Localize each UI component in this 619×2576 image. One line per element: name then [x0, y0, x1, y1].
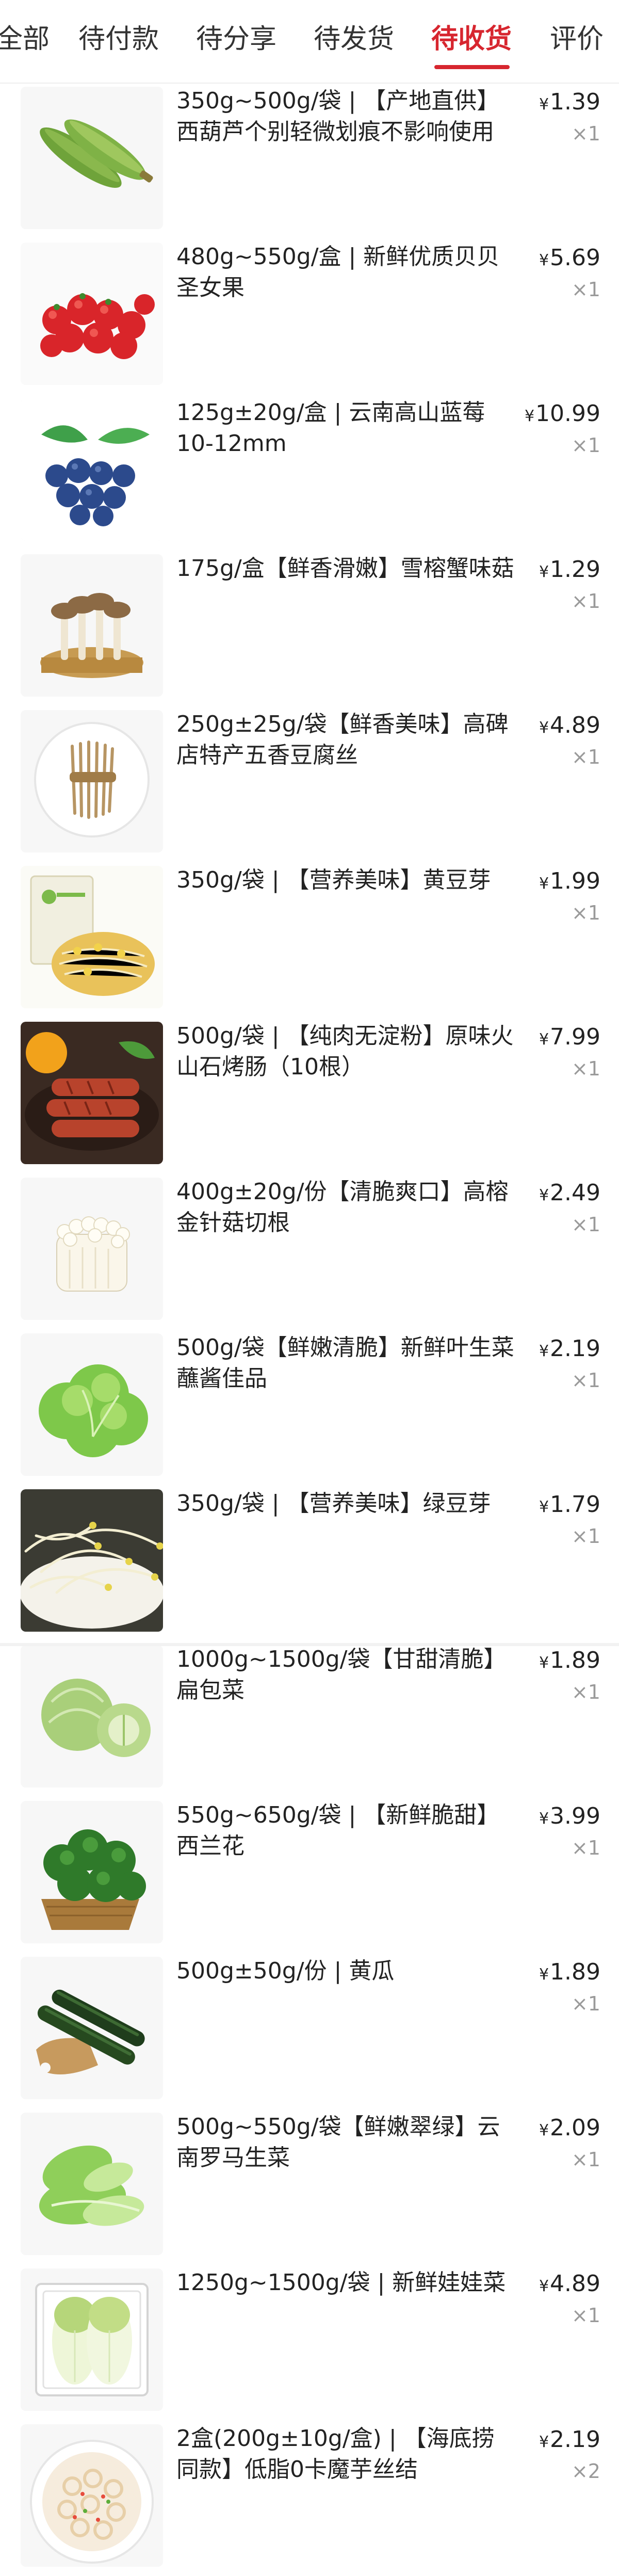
product-price: ¥2.49 — [539, 1180, 600, 1206]
lettuce-image — [21, 1333, 163, 1476]
list-item[interactable]: 250g±25g/袋【鲜香美味】高碑店特产五香豆腐丝 ¥4.89 ×1 — [0, 706, 619, 862]
soybean-sprouts-image — [21, 866, 163, 1008]
product-title: 350g~500g/袋 | 【产地直供】西葫芦个别轻微划痕不影响使用 — [176, 88, 500, 145]
product-price: ¥4.89 — [539, 2271, 600, 2297]
product-title: 125g±20g/盒 | 云南高山蓝莓10-12mm — [176, 399, 485, 457]
product-quantity: ×1 — [571, 746, 600, 768]
list-item[interactable]: 2盒(200g±10g/盒) | 【海底捞同款】低脂0卡魔芋丝结 ¥2.19 ×… — [0, 2420, 619, 2576]
product-title: 1250g~1500g/袋 | 新鲜娃娃菜 — [176, 2269, 506, 2296]
list-item[interactable]: 125g±20g/盒 | 云南高山蓝莓10-12mm ¥10.99 ×1 — [0, 394, 619, 550]
list-item[interactable]: 500g±50g/份 | 黄瓜 ¥1.89 ×1 — [0, 1953, 619, 2108]
product-title: 500g/袋 | 【纯肉无淀粉】原味火山石烤肠（10根） — [176, 1023, 514, 1080]
product-quantity: ×1 — [571, 590, 600, 613]
product-price: ¥1.89 — [539, 1959, 600, 1985]
product-price: ¥1.89 — [539, 1647, 600, 1673]
list-item[interactable]: 1000g~1500g/袋【甘甜清脆】扁包菜 ¥1.89 ×1 — [0, 1641, 619, 1797]
tab-all[interactable]: 全部 — [0, 21, 50, 58]
broccoli-image — [21, 1801, 163, 1943]
product-price: ¥5.69 — [539, 245, 600, 271]
list-item[interactable]: 500g/袋【鲜嫩清脆】新鲜叶生菜蘸酱佳品 ¥2.19 ×1 — [0, 1329, 619, 1485]
cherry-tomatoes-image — [21, 243, 163, 385]
product-title: 400g±20g/份【清脆爽口】高榕金针菇切根 — [176, 1179, 509, 1236]
list-item[interactable]: 350g/袋 | 【营养美味】黄豆芽 ¥1.99 ×1 — [0, 862, 619, 1018]
product-quantity: ×1 — [571, 1525, 600, 1548]
product-quantity: ×1 — [571, 901, 600, 924]
product-title: 350g/袋 | 【营养美味】黄豆芽 — [176, 867, 491, 893]
product-title: 350g/袋 | 【营养美味】绿豆芽 — [176, 1490, 491, 1517]
mushrooms-image — [21, 554, 163, 697]
product-price: ¥2.19 — [539, 1335, 600, 1362]
sausages-image — [21, 1022, 163, 1164]
enoki-mushroom-image — [21, 1178, 163, 1320]
baby-cabbage-image — [21, 2268, 163, 2411]
product-quantity: ×1 — [571, 1057, 600, 1080]
product-title: 1000g~1500g/袋【甘甜清脆】扁包菜 — [176, 1646, 507, 1703]
product-price: ¥2.19 — [539, 2426, 600, 2453]
product-price: ¥1.39 — [539, 89, 600, 115]
list-item[interactable]: 400g±20g/份【清脆爽口】高榕金针菇切根 ¥2.49 ×1 — [0, 1173, 619, 1329]
tab-review[interactable]: 评价 — [550, 21, 604, 58]
product-quantity: ×1 — [571, 1992, 600, 2015]
product-quantity: ×1 — [571, 1369, 600, 1392]
product-price: ¥1.29 — [539, 556, 600, 583]
product-quantity: ×1 — [571, 2148, 600, 2171]
romaine-lettuce-image — [21, 2113, 163, 2255]
product-quantity: ×1 — [571, 1681, 600, 1703]
product-price: ¥4.89 — [539, 712, 600, 738]
product-quantity: ×1 — [571, 2304, 600, 2327]
product-price: ¥2.09 — [539, 2115, 600, 2141]
active-tab-indicator — [434, 65, 510, 69]
mung-bean-sprouts-image — [21, 1489, 163, 1632]
product-price: ¥10.99 — [524, 400, 600, 427]
product-title: 500g/袋【鲜嫩清脆】新鲜叶生菜蘸酱佳品 — [176, 1334, 514, 1392]
list-item[interactable]: 480g~550g/盒 | 新鲜优质贝贝圣女果 ¥5.69 ×1 — [0, 238, 619, 394]
section-divider — [0, 1643, 619, 1646]
product-title: 2盒(200g±10g/盒) | 【海底捞同款】低脂0卡魔芋丝结 — [176, 2425, 495, 2483]
product-quantity: ×2 — [571, 2460, 600, 2483]
product-quantity: ×1 — [571, 434, 600, 457]
list-item[interactable]: 350g/袋 | 【营养美味】绿豆芽 ¥1.79 ×1 — [0, 1485, 619, 1641]
product-price: ¥1.99 — [539, 868, 600, 894]
product-price: ¥1.79 — [539, 1491, 600, 1518]
order-status-tabs: 全部 待付款 待分享 待发货 待收货 评价 — [0, 0, 619, 84]
product-quantity: ×1 — [571, 1837, 600, 1859]
list-item[interactable]: 550g~650g/袋 | 【新鲜脆甜】西兰花 ¥3.99 ×1 — [0, 1797, 619, 1953]
list-item[interactable]: 500g/袋 | 【纯肉无淀粉】原味火山石烤肠（10根） ¥7.99 ×1 — [0, 1018, 619, 1173]
product-title: 250g±25g/袋【鲜香美味】高碑店特产五香豆腐丝 — [176, 711, 509, 768]
list-item[interactable]: 500g~550g/袋【鲜嫩翠绿】云南罗马生菜 ¥2.09 ×1 — [0, 2108, 619, 2264]
product-quantity: ×1 — [571, 122, 600, 145]
tofu-strips-image — [21, 710, 163, 852]
list-item[interactable]: 350g~500g/袋 | 【产地直供】西葫芦个别轻微划痕不影响使用 ¥1.39… — [0, 83, 619, 238]
product-title: 480g~550g/盒 | 新鲜优质贝贝圣女果 — [176, 244, 500, 301]
zucchini-image — [21, 87, 163, 229]
product-title: 550g~650g/袋 | 【新鲜脆甜】西兰花 — [176, 1802, 500, 1859]
list-item[interactable]: 175g/盒【鲜香滑嫩】雪榕蟹味菇 ¥1.29 ×1 — [0, 550, 619, 706]
tab-pending-receipt[interactable]: 待收货 — [431, 21, 512, 58]
product-price: ¥3.99 — [539, 1803, 600, 1829]
tab-pending-share[interactable]: 待分享 — [196, 21, 276, 58]
cabbage-image — [21, 1645, 163, 1788]
blueberries-image — [21, 398, 163, 541]
product-title: 500g~550g/袋【鲜嫩翠绿】云南罗马生菜 — [176, 2114, 500, 2171]
list-item[interactable]: 1250g~1500g/袋 | 新鲜娃娃菜 ¥4.89 ×1 — [0, 2264, 619, 2420]
cucumber-image — [21, 1957, 163, 2099]
konjac-knots-image — [21, 2424, 163, 2567]
tab-pending-shipment[interactable]: 待发货 — [314, 21, 394, 58]
product-quantity: ×1 — [571, 1213, 600, 1236]
product-price: ¥7.99 — [539, 1024, 600, 1050]
product-title: 500g±50g/份 | 黄瓜 — [176, 1958, 395, 1984]
order-item-list: 350g~500g/袋 | 【产地直供】西葫芦个别轻微划痕不影响使用 ¥1.39… — [0, 83, 619, 2576]
product-title: 175g/盒【鲜香滑嫩】雪榕蟹味菇 — [176, 555, 514, 582]
product-quantity: ×1 — [571, 278, 600, 301]
tab-pending-payment[interactable]: 待付款 — [78, 21, 159, 58]
